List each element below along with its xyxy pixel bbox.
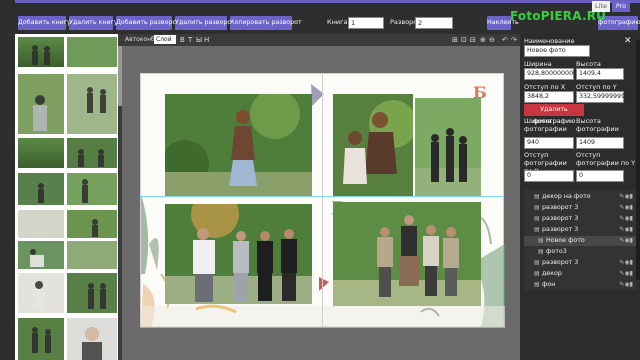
photo-width-label: Ширина фотографии [524,117,567,133]
left-sidebar-edge [0,0,15,360]
add-book-button[interactable]: Добавить книгу [18,16,71,30]
layer-label: разворот 3 [542,259,579,266]
spread-number-input[interactable]: 2 [415,17,453,29]
layer-controls-icon[interactable]: ✎◉▮ [619,236,633,246]
top-toolbar: Добавить книгу Удалить книгу Добавить ра… [0,0,640,34]
layer-select[interactable]: Слой [154,35,176,44]
zoom-out-icon[interactable]: ⊖ [489,36,495,44]
lite-mode-toggle[interactable]: Lite [592,1,610,12]
layer-item[interactable]: ▤ разворот 3 ✎◉▮ [524,225,637,235]
photo-boys-group[interactable] [165,204,312,304]
apply-photo-button[interactable]: Наклеить [487,16,519,30]
properties-scrollbar[interactable] [636,40,640,280]
book-label: Книга: [327,18,350,26]
layer-icon: ▤ [534,281,540,288]
offset-x-label: Отступ по X [524,83,566,91]
photo-girl-standing[interactable] [165,94,312,196]
layer-item[interactable]: ▤ декор ✎◉▮ [524,269,637,279]
name-label: Наименование [524,37,575,45]
offset-y-input[interactable]: 332,599999999 [576,91,629,103]
lock-icon[interactable]: ⊡ [461,36,467,44]
pro-mode-toggle[interactable]: Pro [612,1,630,12]
layer-label: фото3 [546,248,567,255]
layer-icon: ▤ [534,259,540,266]
layer-icon: ▤ [534,270,540,277]
add-spread-button[interactable]: Добавить разворот [116,16,180,30]
offset-x-input[interactable]: 3848,2 [524,91,574,103]
name-input[interactable]: Новое фото [524,45,590,57]
delete-book-button[interactable]: Удалить книгу [69,16,118,30]
photo-height-label: Высота фотографии [576,117,619,133]
layer-icon: ▤ [534,204,540,211]
layer-controls-icon[interactable]: ✎◉▮ [619,192,633,202]
photo-height-input[interactable]: 1409 [576,137,624,149]
width-input[interactable]: 928,800000000 [524,68,577,80]
layers-list: ▤ декор на фото ✎◉▮ ▤ разворот 3 ✎◉▮ ▤ р… [524,190,637,290]
undo-icon[interactable]: ↶ [502,36,508,44]
layer-item[interactable]: ▤ разворот 3 ✎◉▮ [524,203,637,213]
bleed-guide [140,327,504,328]
layer-icon: ▤ [534,226,540,233]
fit-icon[interactable]: ⊟ [470,36,476,44]
layer-controls-icon[interactable]: ✎◉▮ [619,203,633,213]
photo-offset-y-input[interactable]: 0 [576,170,624,182]
spine-guide [322,73,323,327]
layer-item[interactable]: ▤ декор на фото ✎◉▮ [524,192,637,202]
layer-label: декор на фото [542,193,591,200]
layer-item[interactable]: ▤ фон ✎◉▮ [524,280,637,290]
close-icon[interactable]: ✕ [624,36,632,46]
align-icon-3[interactable]: Ы [196,36,202,44]
layer-item-active[interactable]: ▤ Новое фото ✎◉▮ [524,236,637,246]
photo-width-input[interactable]: 940 [524,137,574,149]
layer-controls-icon[interactable]: ✎◉▮ [619,269,633,279]
grid-icon[interactable]: ⊞ [452,36,458,44]
layer-controls-icon[interactable]: ✎◉▮ [619,214,633,224]
height-label: Высота [576,60,601,68]
layer-item[interactable]: ▤ фото3 [524,247,637,257]
horizontal-guide [140,196,504,197]
height-input[interactable]: 1409,4 [576,68,624,80]
photo-group-playful[interactable] [333,202,481,306]
photo-thumbnails [18,37,117,360]
top-accent-band [0,0,640,3]
layer-item[interactable]: ▤ разворот 3 ✎◉▮ [524,214,637,224]
align-icon-2[interactable]: Т [188,36,192,44]
delete-spread-button[interactable]: Удалить разворот [175,16,235,30]
layer-label: фон [542,281,556,288]
photo-offset-y-label: Отступ фотографии по Y [576,151,636,167]
layer-label: разворот 3 [542,215,579,222]
copy-spread-button[interactable]: Копировать разворот [230,16,302,30]
layer-icon: ▤ [534,193,540,200]
layer-label: декор [542,270,562,277]
delete-photo-button[interactable]: Удалить фотографию [524,104,584,125]
zoom-in-icon[interactable]: ⊕ [480,36,486,44]
photo-library [15,34,120,360]
thumbnail-column-right[interactable] [67,37,117,360]
align-icon-1[interactable]: В [180,36,185,44]
width-label: Ширина [524,60,552,68]
layer-icon: ▤ [538,248,544,255]
photo-offset-x-input[interactable]: 0 [524,170,574,182]
layer-icon: ▤ [538,237,544,244]
align-icon-4[interactable]: Н [204,36,209,44]
layer-controls-icon[interactable]: ✎◉▮ [619,258,633,268]
offset-y-label: Отступ по Y [576,83,617,91]
layer-item[interactable]: ▤ разворот 3 ✎◉▮ [524,258,637,268]
book-number-input[interactable]: 1 [348,17,384,29]
layer-label: разворот 3 [542,226,579,233]
photo-two-girls[interactable] [333,94,413,196]
layer-controls-icon[interactable]: ✎◉▮ [619,225,633,235]
layer-icon: ▤ [534,215,540,222]
layer-controls-icon[interactable]: ✎◉▮ [619,280,633,290]
layer-label: Новое фото [546,237,585,244]
photo-group-standing[interactable] [415,98,481,196]
redo-icon[interactable]: ↷ [511,36,517,44]
editor-toolbar: Автоконбор: Слой В Т Ы Н ⊞ ⊡ ⊟ ⊕ ⊖ ↶ ↷ [122,34,520,46]
layer-label: разворот 3 [542,204,579,211]
